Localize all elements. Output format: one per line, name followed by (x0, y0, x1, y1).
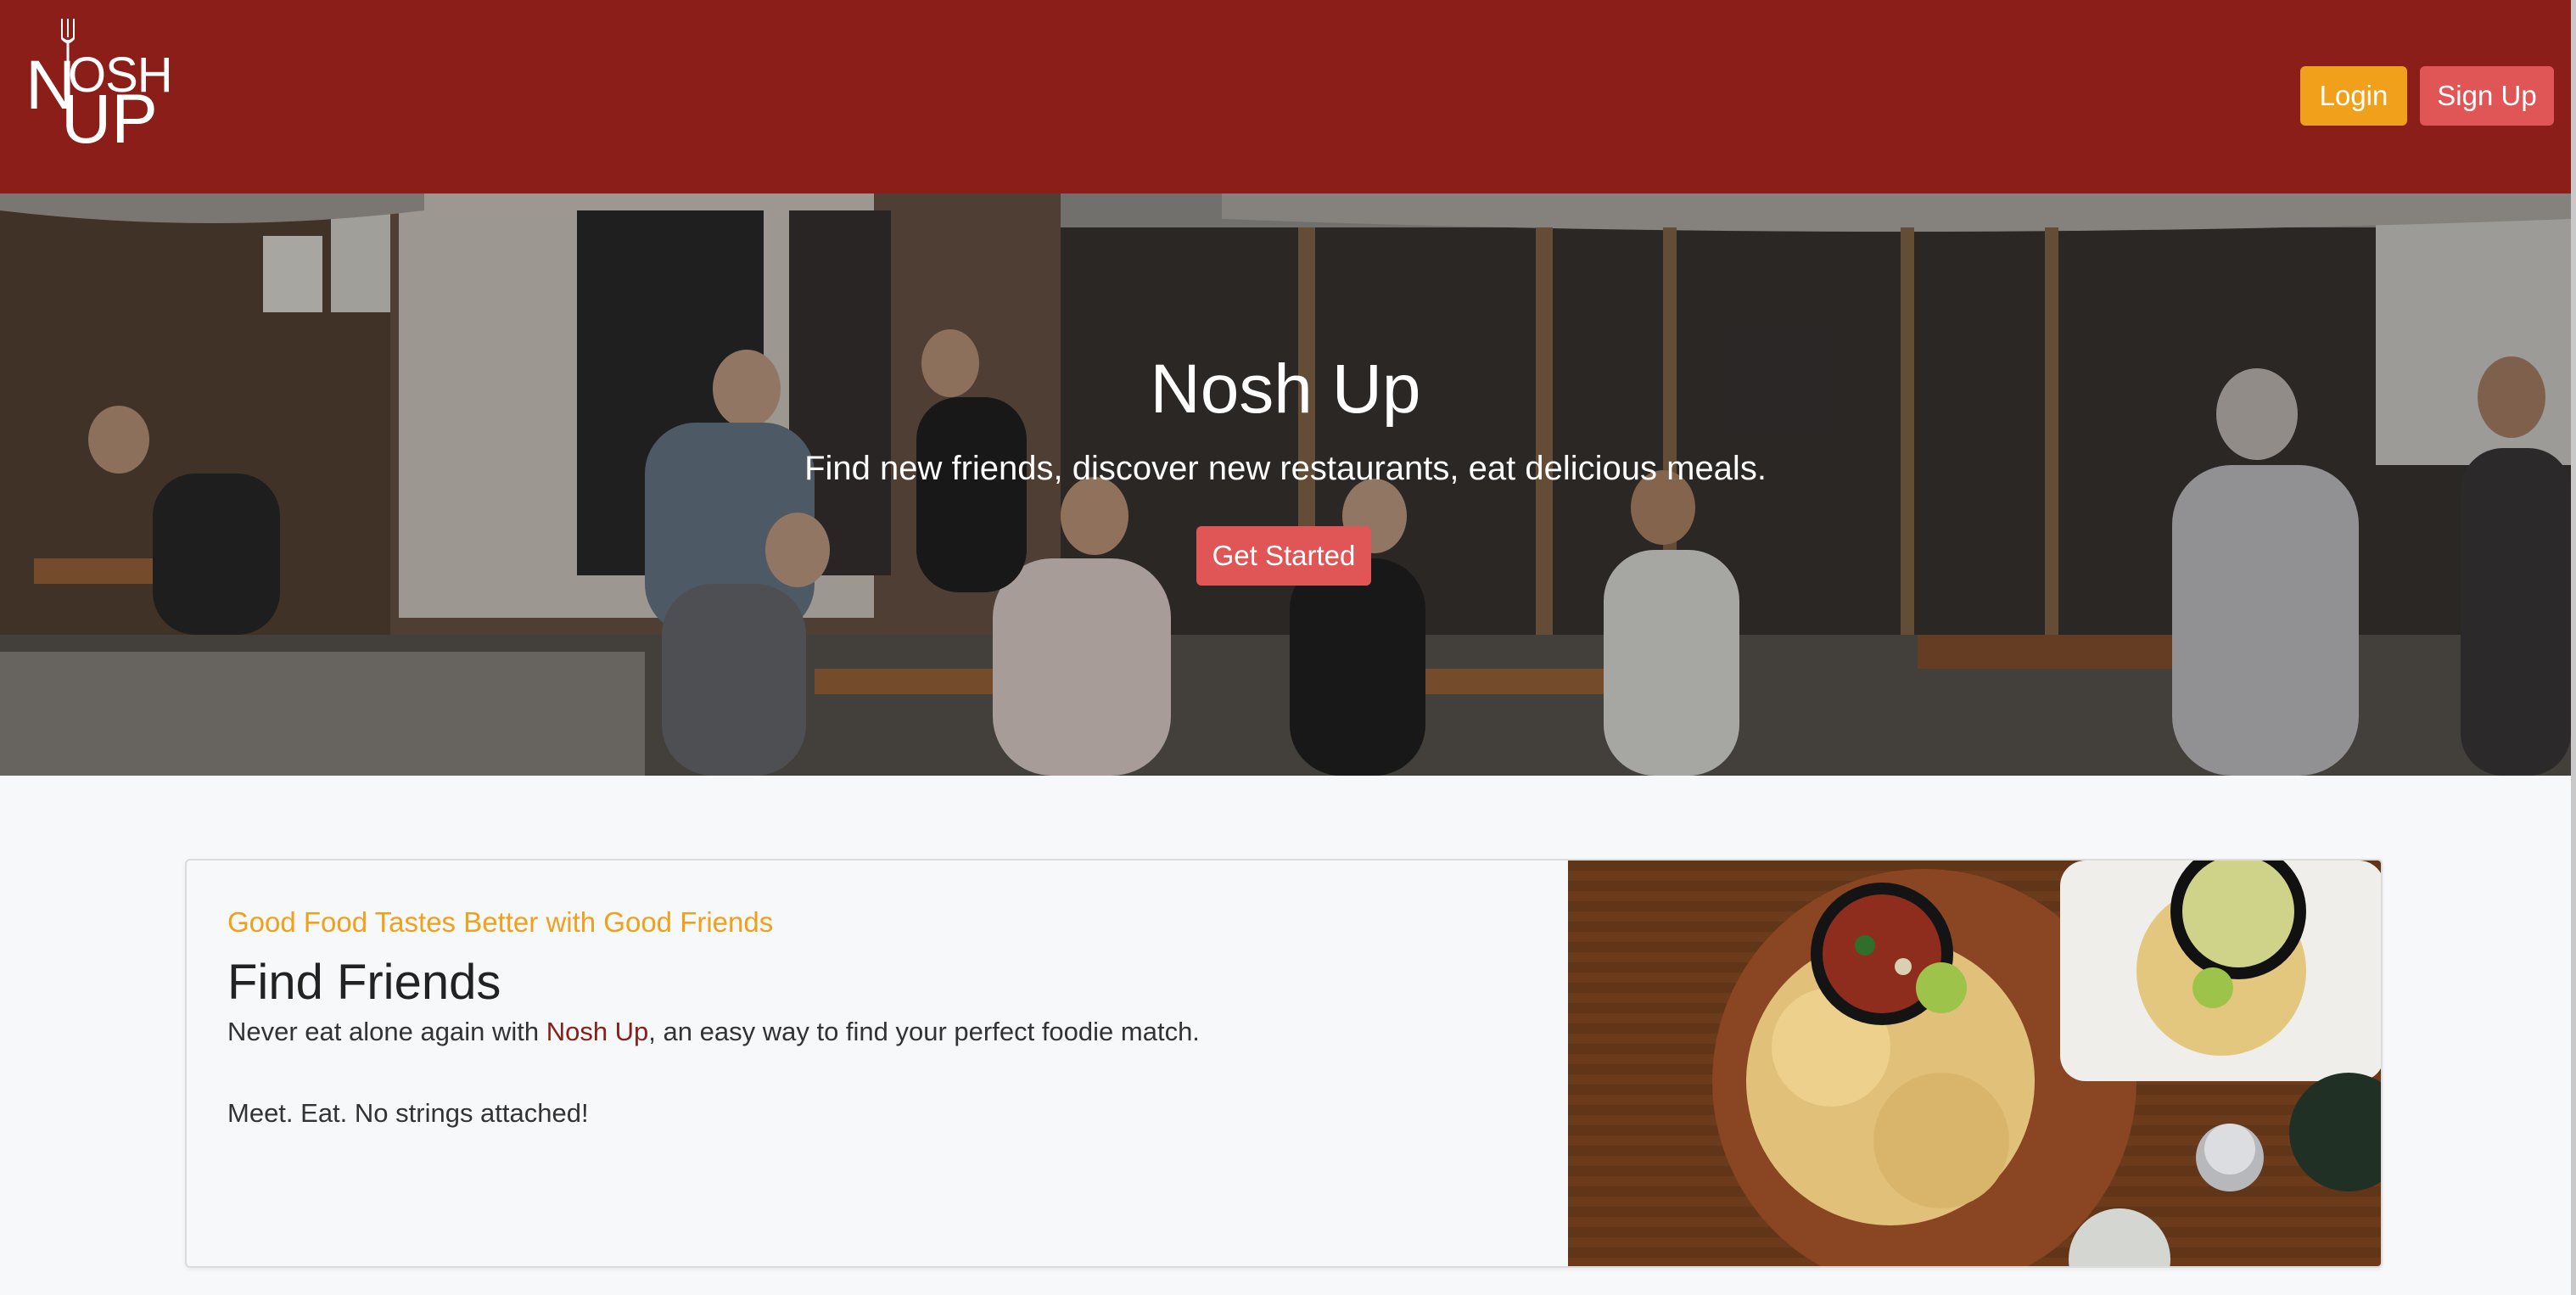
nosh-up-logo[interactable]: N OSH UP (25, 19, 173, 158)
card-description-prefix: Never eat alone again with (227, 1017, 546, 1046)
nachos-photo (1568, 861, 2381, 1266)
hero-title: Nosh Up (1150, 350, 1421, 428)
sign-up-button[interactable]: Sign Up (2420, 66, 2554, 126)
hero-section: Nosh Up Find new friends, discover new r… (0, 193, 2571, 776)
card-description: Never eat alone again with Nosh Up, an e… (227, 1017, 1200, 1047)
find-friends-card: Good Food Tastes Better with Good Friend… (185, 859, 2383, 1268)
window-scrollbar[interactable] (2571, 0, 2576, 1295)
login-button[interactable]: Login (2300, 66, 2407, 126)
landing-page: N OSH UP Login Sign Up Nosh Up Find new … (0, 0, 2576, 1295)
card-slogan: Meet. Eat. No strings attached! (227, 1098, 589, 1128)
logo-text-up: UP (61, 81, 158, 158)
card-heading: Find Friends (227, 955, 501, 1010)
top-navbar: N OSH UP Login Sign Up (0, 0, 2571, 193)
card-brand-name: Nosh Up (546, 1017, 649, 1046)
hero-tagline: Find new friends, discover new restauran… (804, 450, 1767, 487)
card-description-suffix: , an easy way to find your perfect foodi… (648, 1017, 1200, 1046)
card-kicker: Good Food Tastes Better with Good Friend… (227, 906, 774, 938)
get-started-button[interactable]: Get Started (1196, 526, 1371, 586)
